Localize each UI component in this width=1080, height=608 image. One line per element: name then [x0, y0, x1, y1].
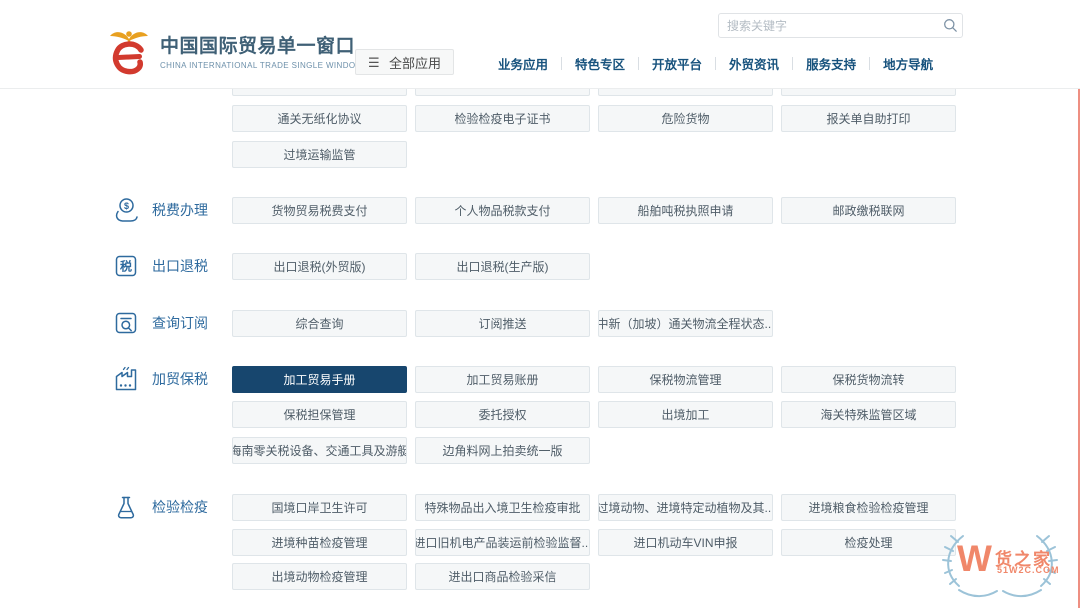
- category-processing-bonded: 加贸保税: [112, 365, 208, 393]
- app-button-row: 货物贸易税费支付个人物品税款支付船舶吨税执照申请邮政缴税联网: [232, 197, 956, 224]
- category-tax-payment: $ 税费办理: [112, 196, 208, 224]
- app-button[interactable]: 检验检疫电子证书: [415, 105, 590, 132]
- coin-hand-icon: $: [112, 196, 140, 224]
- brand-logo[interactable]: 中国国际贸易单一窗口 CHINA INTERNATIONAL TRADE SIN…: [106, 27, 363, 81]
- nav-item-local-navigation[interactable]: 地方导航: [883, 54, 933, 73]
- app-button[interactable]: 进口机动车VIN申报: [598, 529, 773, 556]
- nav-item-business-apps[interactable]: 业务应用: [498, 54, 548, 73]
- app-button[interactable]: 保税担保管理: [232, 401, 407, 428]
- nav-item-special-zones[interactable]: 特色专区: [575, 54, 625, 73]
- app-button[interactable]: 进境粮食检验检疫管理: [781, 494, 956, 521]
- watermark-domain: 51W2C.COM: [997, 565, 1060, 575]
- nav-separator: [638, 57, 639, 70]
- app-button-row: 出口退税(外贸版) 出口退税(生产版): [232, 253, 590, 280]
- tax-icon: 税: [112, 252, 140, 280]
- app-button-row: 保税担保管理委托授权出境加工海关特殊监管区域: [232, 401, 956, 428]
- category-inspection-quarantine: 检验检疫: [112, 493, 208, 521]
- watermark-brand: 货之家: [995, 545, 1052, 570]
- logo-icon: [106, 27, 152, 81]
- app-button-row: 通关无纸化协议检验检疫电子证书危险货物报关单自助打印: [232, 105, 956, 132]
- search-icon[interactable]: [938, 18, 962, 33]
- flask-icon: [112, 493, 140, 521]
- app-button[interactable]: 海关特殊监管区域: [781, 401, 956, 428]
- site-title: 中国国际贸易单一窗口: [160, 36, 363, 58]
- all-apps-label: 全部应用: [389, 53, 441, 72]
- category-label: 出口退税: [152, 256, 208, 276]
- hamburger-icon: ☰: [368, 56, 382, 69]
- factory-icon: [112, 365, 140, 393]
- all-apps-button[interactable]: ☰ 全部应用: [355, 49, 454, 75]
- app-button[interactable]: 海南零关税设备、交通工具及游艇: [232, 437, 407, 464]
- category-label: 查询订阅: [152, 313, 208, 333]
- category-label: 税费办理: [152, 200, 208, 220]
- nav-separator: [792, 57, 793, 70]
- header: 中国国际贸易单一窗口 CHINA INTERNATIONAL TRADE SIN…: [0, 0, 1080, 89]
- app-button[interactable]: 委托授权: [415, 401, 590, 428]
- app-button[interactable]: 综合查询: [232, 310, 407, 337]
- app-button-row: 过境运输监管: [232, 141, 407, 168]
- app-button[interactable]: 订阅推送: [415, 310, 590, 337]
- category-label: 检验检疫: [152, 497, 208, 517]
- app-button[interactable]: 个人物品税款支付: [415, 197, 590, 224]
- app-button-row: 综合查询订阅推送中新（加坡）通关物流全程状态...: [232, 310, 773, 337]
- app-button[interactable]: 中新（加坡）通关物流全程状态...: [598, 310, 773, 337]
- app-button[interactable]: 出境动物检疫管理: [232, 563, 407, 590]
- nav-item-open-platform[interactable]: 开放平台: [652, 54, 702, 73]
- app-button[interactable]: 出口退税(外贸版): [232, 253, 407, 280]
- app-button-row: 国境口岸卫生许可特殊物品出入境卫生检疫审批过境动物、进境特定动植物及其... 进境…: [232, 494, 956, 521]
- app-button[interactable]: 特殊物品出入境卫生检疫审批: [415, 494, 590, 521]
- app-button-row: 加工贸易手册加工贸易账册保税物流管理保税货物流转: [232, 366, 956, 393]
- app-button[interactable]: 国境口岸卫生许可: [232, 494, 407, 521]
- app-button[interactable]: 危险货物: [598, 105, 773, 132]
- app-button[interactable]: 进境种苗检疫管理: [232, 529, 407, 556]
- svg-text:$: $: [124, 201, 129, 211]
- app-button[interactable]: 边角料网上拍卖统一版: [415, 437, 590, 464]
- brand-text: 中国国际贸易单一窗口 CHINA INTERNATIONAL TRADE SIN…: [160, 27, 363, 70]
- app-button[interactable]: 保税货物流转: [781, 366, 956, 393]
- app-button[interactable]: 保税物流管理: [598, 366, 773, 393]
- app-button[interactable]: 报关单自助打印: [781, 105, 956, 132]
- app-button[interactable]: 加工贸易账册: [415, 366, 590, 393]
- app-button[interactable]: 过境动物、进境特定动植物及其...: [598, 494, 773, 521]
- nav-item-trade-news[interactable]: 外贸资讯: [729, 54, 779, 73]
- watermark-letter: W: [957, 540, 992, 577]
- main-nav: 业务应用 特色专区 开放平台 外贸资讯 服务支持 地方导航: [498, 54, 933, 73]
- app-button-row: 出境动物检疫管理进出口商品检验采信: [232, 563, 590, 590]
- category-query-subscribe: 查询订阅: [112, 309, 208, 337]
- app-button[interactable]: 过境运输监管: [232, 141, 407, 168]
- svg-text:税: 税: [120, 259, 132, 274]
- nav-separator: [869, 57, 870, 70]
- search-subscribe-icon: [112, 309, 140, 337]
- nav-separator: [561, 57, 562, 70]
- app-button[interactable]: 船舶吨税执照申请: [598, 197, 773, 224]
- app-button[interactable]: 进口旧机电产品装运前检验监督...: [415, 529, 590, 556]
- app-button[interactable]: 通关无纸化协议: [232, 105, 407, 132]
- page: 中国国际贸易单一窗口 CHINA INTERNATIONAL TRADE SIN…: [0, 0, 1080, 608]
- search-box: [718, 13, 963, 38]
- app-button-row: 进境种苗检疫管理进口旧机电产品装运前检验监督... 进口机动车VIN申报检疫处理: [232, 529, 956, 556]
- app-button[interactable]: 邮政缴税联网: [781, 197, 956, 224]
- app-button[interactable]: 出口退税(生产版): [415, 253, 590, 280]
- app-button-row: 海南零关税设备、交通工具及游艇边角料网上拍卖统一版: [232, 437, 590, 464]
- search-input[interactable]: [719, 19, 938, 33]
- app-button-active[interactable]: 加工贸易手册: [232, 366, 407, 393]
- app-button[interactable]: 出境加工: [598, 401, 773, 428]
- category-export-rebate: 税 出口退税: [112, 252, 208, 280]
- site-subtitle: CHINA INTERNATIONAL TRADE SINGLE WINDOW: [160, 61, 363, 70]
- app-button[interactable]: 检疫处理: [781, 529, 956, 556]
- app-button[interactable]: 进出口商品检验采信: [415, 563, 590, 590]
- app-button[interactable]: 货物贸易税费支付: [232, 197, 407, 224]
- category-label: 加贸保税: [152, 369, 208, 389]
- nav-separator: [715, 57, 716, 70]
- nav-item-service-support[interactable]: 服务支持: [806, 54, 856, 73]
